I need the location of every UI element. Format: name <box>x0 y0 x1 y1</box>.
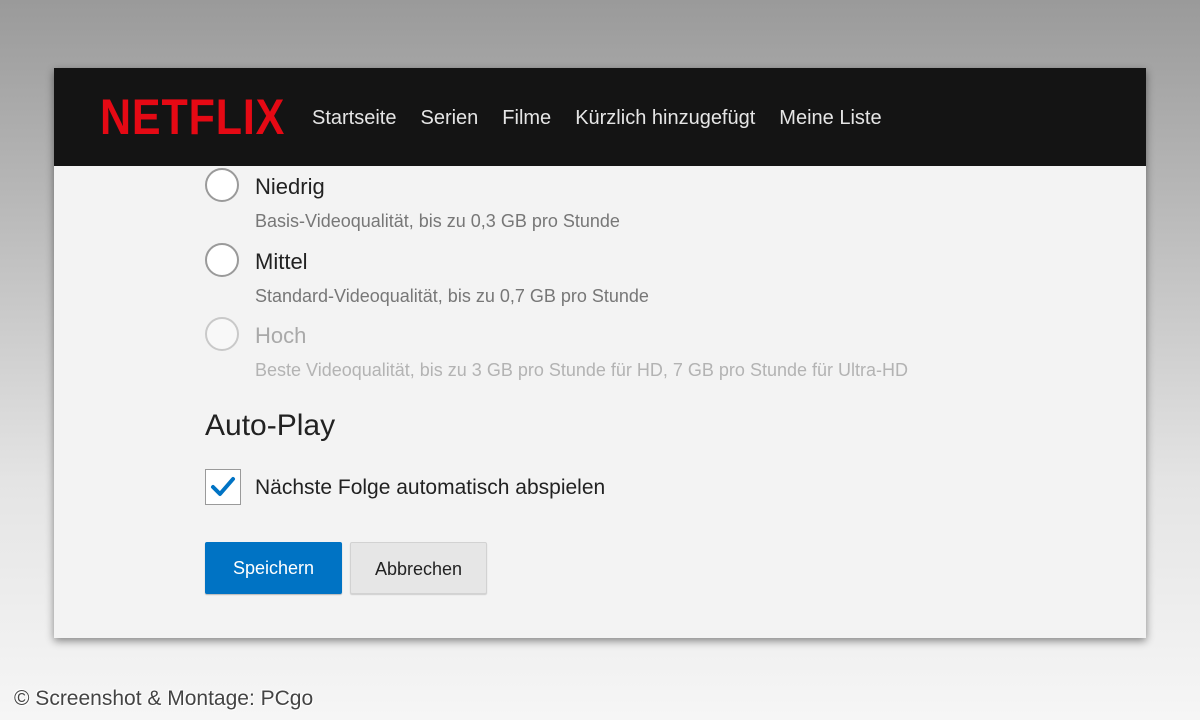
checkmark-icon <box>211 477 235 496</box>
top-navigation-bar: NETFLIX Startseite Serien Filme Kürzlich… <box>54 68 1146 166</box>
nav-item-filme[interactable]: Filme <box>502 105 551 131</box>
option-title: Niedrig <box>255 174 325 199</box>
nav-item-serien[interactable]: Serien <box>420 105 478 131</box>
nav-item-startseite[interactable]: Startseite <box>312 105 396 131</box>
radio-mittel[interactable] <box>205 243 239 277</box>
main-nav: Startseite Serien Filme Kürzlich hinzuge… <box>312 105 906 131</box>
cancel-button[interactable]: Abbrechen <box>350 542 487 594</box>
autoplay-heading: Auto-Play <box>205 409 336 442</box>
option-title: Hoch <box>255 323 307 348</box>
option-description: Beste Videoqualität, bis zu 3 GB pro Stu… <box>255 360 908 380</box>
option-description: Standard-Videoqualität, bis zu 0,7 GB pr… <box>255 286 649 306</box>
radio-niedrig[interactable] <box>205 168 239 202</box>
radio-hoch <box>205 317 239 351</box>
netflix-logo[interactable]: NETFLIX <box>100 92 285 142</box>
nav-item-kuerzlich-hinzugefuegt[interactable]: Kürzlich hinzugefügt <box>575 105 755 131</box>
image-credit: © Screenshot & Montage: PCgo <box>14 687 314 710</box>
autoplay-checkbox-label[interactable]: Nächste Folge automatisch abspielen <box>255 475 605 501</box>
nav-item-meine-liste[interactable]: Meine Liste <box>779 105 881 131</box>
save-button[interactable]: Speichern <box>205 542 342 594</box>
option-title: Mittel <box>255 249 308 274</box>
option-description: Basis-Videoqualität, bis zu 0,3 GB pro S… <box>255 211 620 231</box>
autoplay-checkbox[interactable] <box>205 469 241 505</box>
netflix-settings-window: NETFLIX Startseite Serien Filme Kürzlich… <box>54 68 1146 638</box>
